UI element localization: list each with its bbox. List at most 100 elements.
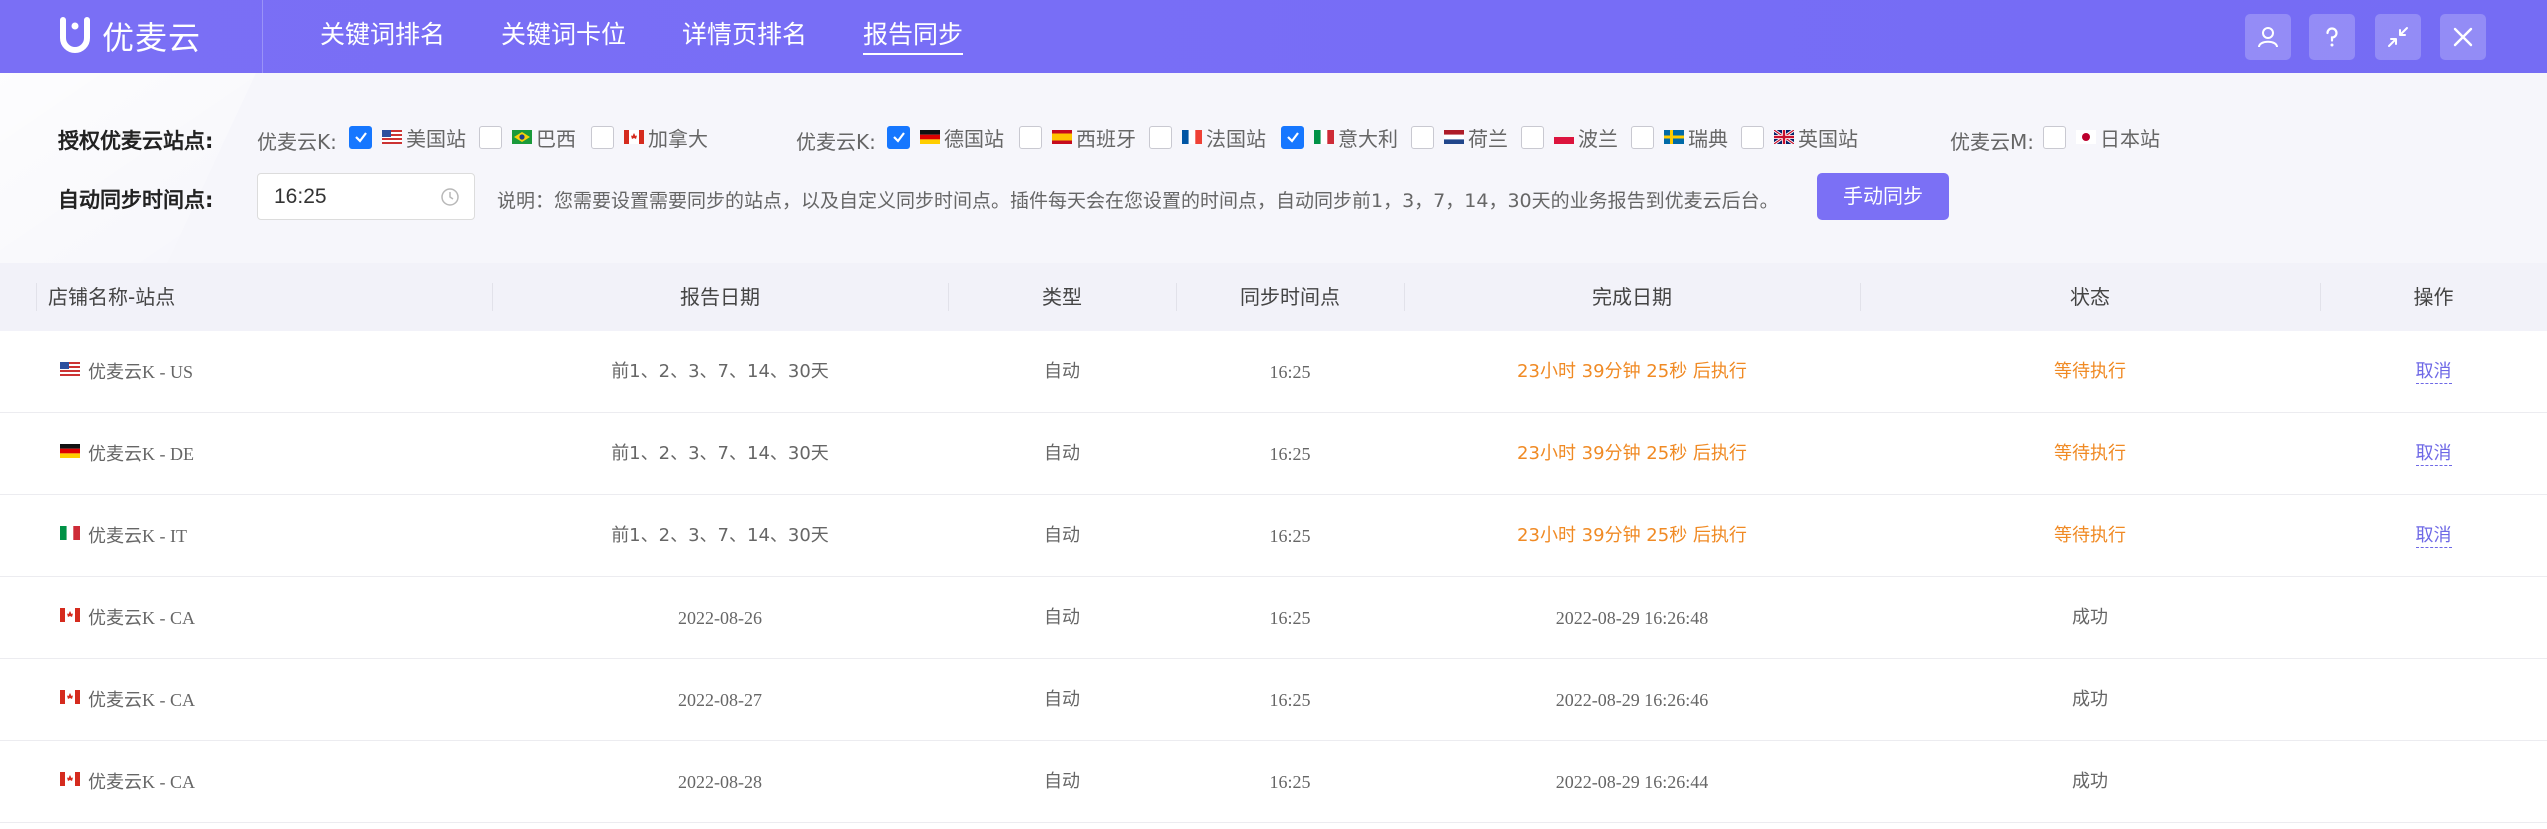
sync-time-value: 16:25: [274, 185, 327, 208]
cancel-link[interactable]: 取消: [2415, 361, 2452, 384]
report-date-cell: 2022-08-26: [678, 608, 762, 628]
checkbox-de[interactable]: [887, 125, 910, 149]
done-date-cell: 23小时 39分钟 25秒 后执行: [1517, 443, 1747, 464]
site-label-it: 意大利: [1338, 126, 1398, 151]
checkmark-icon: [1286, 132, 1299, 143]
done-date-cell: 23小时 39分钟 25秒 后执行: [1517, 525, 1747, 546]
cancel-link[interactable]: 取消: [2415, 525, 2452, 548]
site-us[interactable]: 美国站: [349, 124, 466, 151]
close-button[interactable]: [2440, 14, 2486, 60]
report-date-cell: 前1、2、3、7、14、30天: [611, 525, 829, 546]
action-cell: 取消: [2320, 331, 2547, 413]
site-label-es: 西班牙: [1076, 126, 1136, 151]
checkbox-ca[interactable]: [591, 125, 614, 149]
col-action: 操作: [2413, 285, 2454, 309]
flag-gb-icon: [1774, 130, 1794, 144]
manual-sync-button[interactable]: 手动同步: [1817, 173, 1949, 220]
main-nav: 关键词排名 关键词卡位 详情页排名 报告同步: [320, 0, 1019, 73]
col-status: 状态: [2070, 285, 2110, 309]
store-cell: 优麦云K - IT: [60, 495, 480, 577]
sync-config-panel: 授权优麦云站点: 优麦云K: 美国站 巴西 加拿大 优麦云K: 德国站 西班牙 …: [0, 73, 2547, 263]
tab-detail-page-ranking[interactable]: 详情页排名: [682, 0, 807, 73]
type-cell: 自动: [1044, 443, 1080, 464]
cancel-link[interactable]: 取消: [2415, 443, 2452, 466]
sync-time-cell: 16:25: [1269, 526, 1311, 546]
flag-nl-icon: [1444, 130, 1464, 144]
done-date-cell: 2022-08-29 16:26:44: [1555, 772, 1709, 792]
status-cell: 成功: [2072, 607, 2108, 628]
site-nl[interactable]: 荷兰: [1411, 124, 1508, 151]
checkbox-nl[interactable]: [1411, 125, 1434, 149]
site-label-br: 巴西: [536, 126, 576, 151]
sync-time-cell: 16:25: [1269, 444, 1311, 464]
site-pl[interactable]: 波兰: [1521, 124, 1618, 151]
site-label-nl: 荷兰: [1468, 126, 1508, 151]
checkbox-br[interactable]: [479, 125, 502, 149]
col-done-date: 完成日期: [1592, 285, 1672, 309]
time-label: 自动同步时间点:: [58, 188, 214, 212]
type-cell: 自动: [1044, 361, 1080, 382]
logo-text: 优麦云: [102, 19, 202, 57]
help-button[interactable]: [2309, 14, 2355, 60]
sync-time-input[interactable]: 16:25: [257, 173, 475, 220]
site-es[interactable]: 西班牙: [1019, 124, 1136, 151]
group-label-m: 优麦云M:: [1950, 130, 2034, 154]
table-row: 优麦云K - CA 2022-08-26 自动 16:25 2022-08-29…: [0, 577, 2547, 659]
col-sync-time: 同步时间点: [1240, 285, 1340, 309]
table-row: 优麦云K - CA 2022-08-27 自动 16:25 2022-08-29…: [0, 659, 2547, 741]
site-it[interactable]: 意大利: [1281, 124, 1398, 151]
store-name: 优麦云K - US: [88, 362, 194, 382]
checkbox-pl[interactable]: [1521, 125, 1544, 149]
action-cell: 取消: [2320, 495, 2547, 577]
flag-jp-icon: [2076, 130, 2096, 144]
table-row: 优麦云K - DE 前1、2、3、7、14、30天 自动 16:25 23小时 …: [0, 413, 2547, 495]
flag-br-icon: [512, 130, 532, 144]
flag-se-icon: [1664, 130, 1684, 144]
site-label-se: 瑞典: [1688, 126, 1728, 151]
site-fr[interactable]: 法国站: [1149, 124, 1266, 151]
checkbox-it[interactable]: [1281, 125, 1304, 149]
type-cell: 自动: [1044, 525, 1080, 546]
site-label-jp: 日本站: [2100, 126, 2160, 151]
group-label-k2: 优麦云K:: [796, 130, 876, 154]
close-icon: [2453, 27, 2473, 47]
checkbox-es[interactable]: [1019, 125, 1042, 149]
tab-keyword-position[interactable]: 关键词卡位: [501, 0, 626, 73]
tab-report-sync[interactable]: 报告同步: [863, 0, 964, 73]
flag-fr-icon: [1182, 130, 1202, 144]
checkmark-icon: [354, 132, 367, 143]
checkbox-gb[interactable]: [1741, 125, 1764, 149]
user-button[interactable]: [2245, 14, 2291, 60]
col-store: 店铺名称-站点: [48, 285, 176, 309]
header-divider: [262, 0, 263, 73]
site-ca[interactable]: 加拿大: [591, 124, 708, 151]
store-name: 优麦云K - CA: [88, 690, 195, 710]
site-jp[interactable]: 日本站: [2043, 124, 2160, 151]
shrink-button[interactable]: [2375, 14, 2421, 60]
flag-ca-icon: [60, 608, 80, 622]
tab-keyword-ranking[interactable]: 关键词排名: [320, 0, 445, 73]
checkbox-jp[interactable]: [2043, 125, 2066, 149]
site-br[interactable]: 巴西: [479, 124, 576, 151]
flag-de-icon: [60, 444, 80, 458]
status-cell: 成功: [2072, 689, 2108, 710]
report-date-cell: 前1、2、3、7、14、30天: [611, 443, 829, 464]
store-name: 优麦云K - IT: [88, 526, 187, 546]
status-cell: 等待执行: [2054, 361, 2126, 382]
site-de[interactable]: 德国站: [887, 124, 1004, 151]
site-se[interactable]: 瑞典: [1631, 124, 1728, 151]
site-label-ca: 加拿大: [648, 126, 708, 151]
sync-time-cell: 16:25: [1269, 772, 1311, 792]
action-cell: [2320, 741, 2547, 823]
site-gb[interactable]: 英国站: [1741, 124, 1858, 151]
clock-icon: [441, 188, 459, 206]
checkbox-us[interactable]: [349, 125, 372, 149]
action-cell: [2320, 577, 2547, 659]
flag-ca-icon: [624, 130, 644, 144]
checkbox-fr[interactable]: [1149, 125, 1172, 149]
sync-time-cell: 16:25: [1269, 690, 1311, 710]
checkbox-se[interactable]: [1631, 125, 1654, 149]
site-label-fr: 法国站: [1206, 126, 1266, 151]
col-report-date: 报告日期: [680, 285, 760, 309]
flag-ca-icon: [60, 690, 80, 704]
